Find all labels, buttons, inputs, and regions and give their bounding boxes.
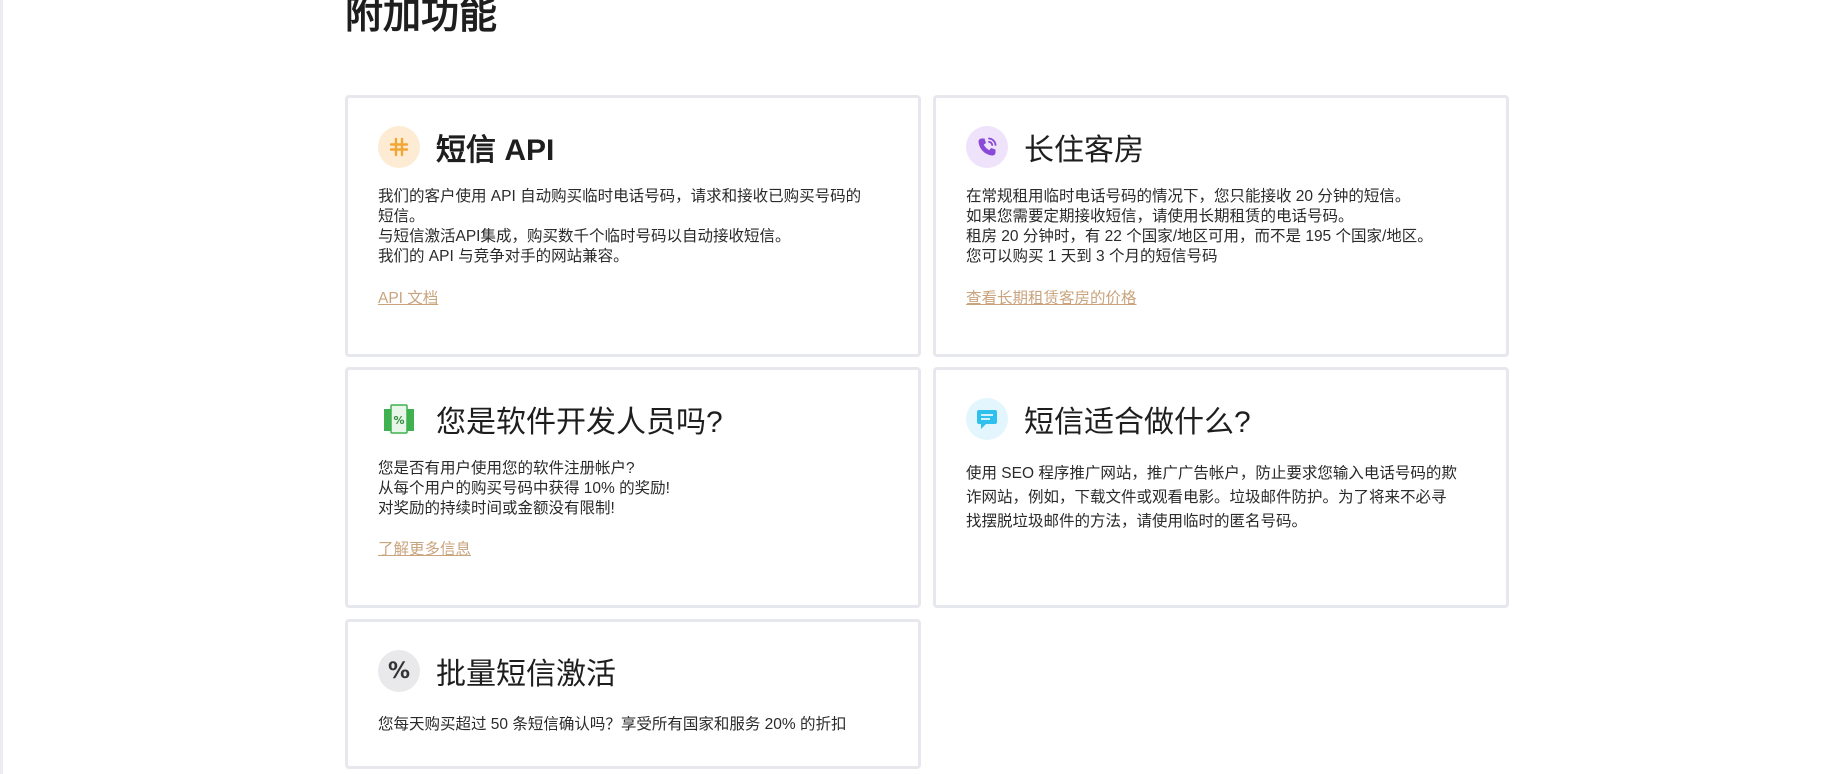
card-description: 在常规租用临时电话号码的情况下，您只能接收 20 分钟的短信。 如果您需要定期接… [966,187,1433,267]
card-header: % 您是软件开发人员吗? [378,397,723,441]
description-line: 从每个用户的购买号码中获得 10% 的奖励! [378,480,670,497]
description-line: 租房 20 分钟时，有 22 个国家/地区可用，而不是 195 个国家/地区。 [966,228,1433,245]
card-title: 短信适合做什么? [1024,406,1251,439]
hash-icon [378,126,420,168]
card-description: 使用 SEO 程序推广网站，推广广告帐户，防止要求您输入电话号码的欺 诈网站，例… [966,462,1457,534]
card-header: % 批量短信激活 [378,649,616,693]
card-bulk: % 批量短信激活 您每天购买超过 50 条短信确认吗？享受所有国家和服务 20%… [345,619,921,769]
description-line: 如果您需要定期接收短信，请使用长期租赁的电话号码。 [966,208,1354,225]
description-line: 短信。 [378,208,425,225]
description-line: 找摆脱垃圾邮件的方法，请使用临时的匿名号码。 [966,513,1308,530]
description-line: 我们的 API 与竞争对手的网站兼容。 [378,248,629,265]
percent-icon: % [378,650,420,692]
card-title: 批量短信激活 [436,658,616,691]
description-line: 对奖励的持续时间或金额没有限制! [378,500,615,517]
card-sms-api: 短信 API 我们的客户使用 API 自动购买临时电话号码，请求和接收已购买号码… [345,95,921,357]
description-line: 您可以购买 1 天到 3 个月的短信号码 [966,248,1218,265]
left-border [0,0,3,774]
discount-tag-icon: % [378,398,420,440]
card-description: 您每天购买超过 50 条短信确认吗？享受所有国家和服务 20% 的折扣 [378,715,847,735]
card-long-term: 长住客房 在常规租用临时电话号码的情况下，您只能接收 20 分钟的短信。 如果您… [933,95,1509,357]
percent-glyph: % [387,658,411,684]
long-term-prices-link[interactable]: 查看长期租赁客房的价格 [966,286,1137,308]
description-line: 在常规租用临时电话号码的情况下，您只能接收 20 分钟的短信。 [966,188,1411,205]
description-line: 我们的客户使用 API 自动购买临时电话号码，请求和接收已购买号码的 [378,188,862,205]
description-line: 诈网站，例如，下载文件或观看电影。垃圾邮件防护。为了将来不必寻 [966,489,1447,506]
card-description: 您是否有用户使用您的软件注册帐户? 从每个用户的购买号码中获得 10% 的奖励!… [378,459,670,519]
card-use-cases: 短信适合做什么? 使用 SEO 程序推广网站，推广广告帐户，防止要求您输入电话号… [933,367,1509,608]
card-developer: % 您是软件开发人员吗? 您是否有用户使用您的软件注册帐户? 从每个用户的购买号… [345,367,921,608]
card-header: 短信适合做什么? [966,397,1251,441]
description-line: 与短信激活API集成，购买数千个临时号码以自动接收短信。 [378,228,791,245]
card-header: 长住客房 [966,125,1144,169]
description-line: 您是否有用户使用您的软件注册帐户? [378,460,635,477]
api-docs-link[interactable]: API 文档 [378,286,438,308]
description-line: 您每天购买超过 50 条短信确认吗？享受所有国家和服务 20% 的折扣 [378,716,847,733]
card-title: 长住客房 [1024,134,1144,167]
phone-call-icon [966,126,1008,168]
chat-bubble-icon [966,398,1008,440]
card-description: 我们的客户使用 API 自动购买临时电话号码，请求和接收已购买号码的 短信。 与… [378,187,861,267]
card-header: 短信 API [378,125,554,169]
description-line: 使用 SEO 程序推广网站，推广广告帐户，防止要求您输入电话号码的欺 [966,465,1457,482]
section-title: 附加功能 [345,0,498,37]
card-title: 您是软件开发人员吗? [436,406,723,439]
card-title: 短信 API [436,134,555,167]
svg-text:%: % [393,414,404,427]
learn-more-link[interactable]: 了解更多信息 [378,537,471,559]
